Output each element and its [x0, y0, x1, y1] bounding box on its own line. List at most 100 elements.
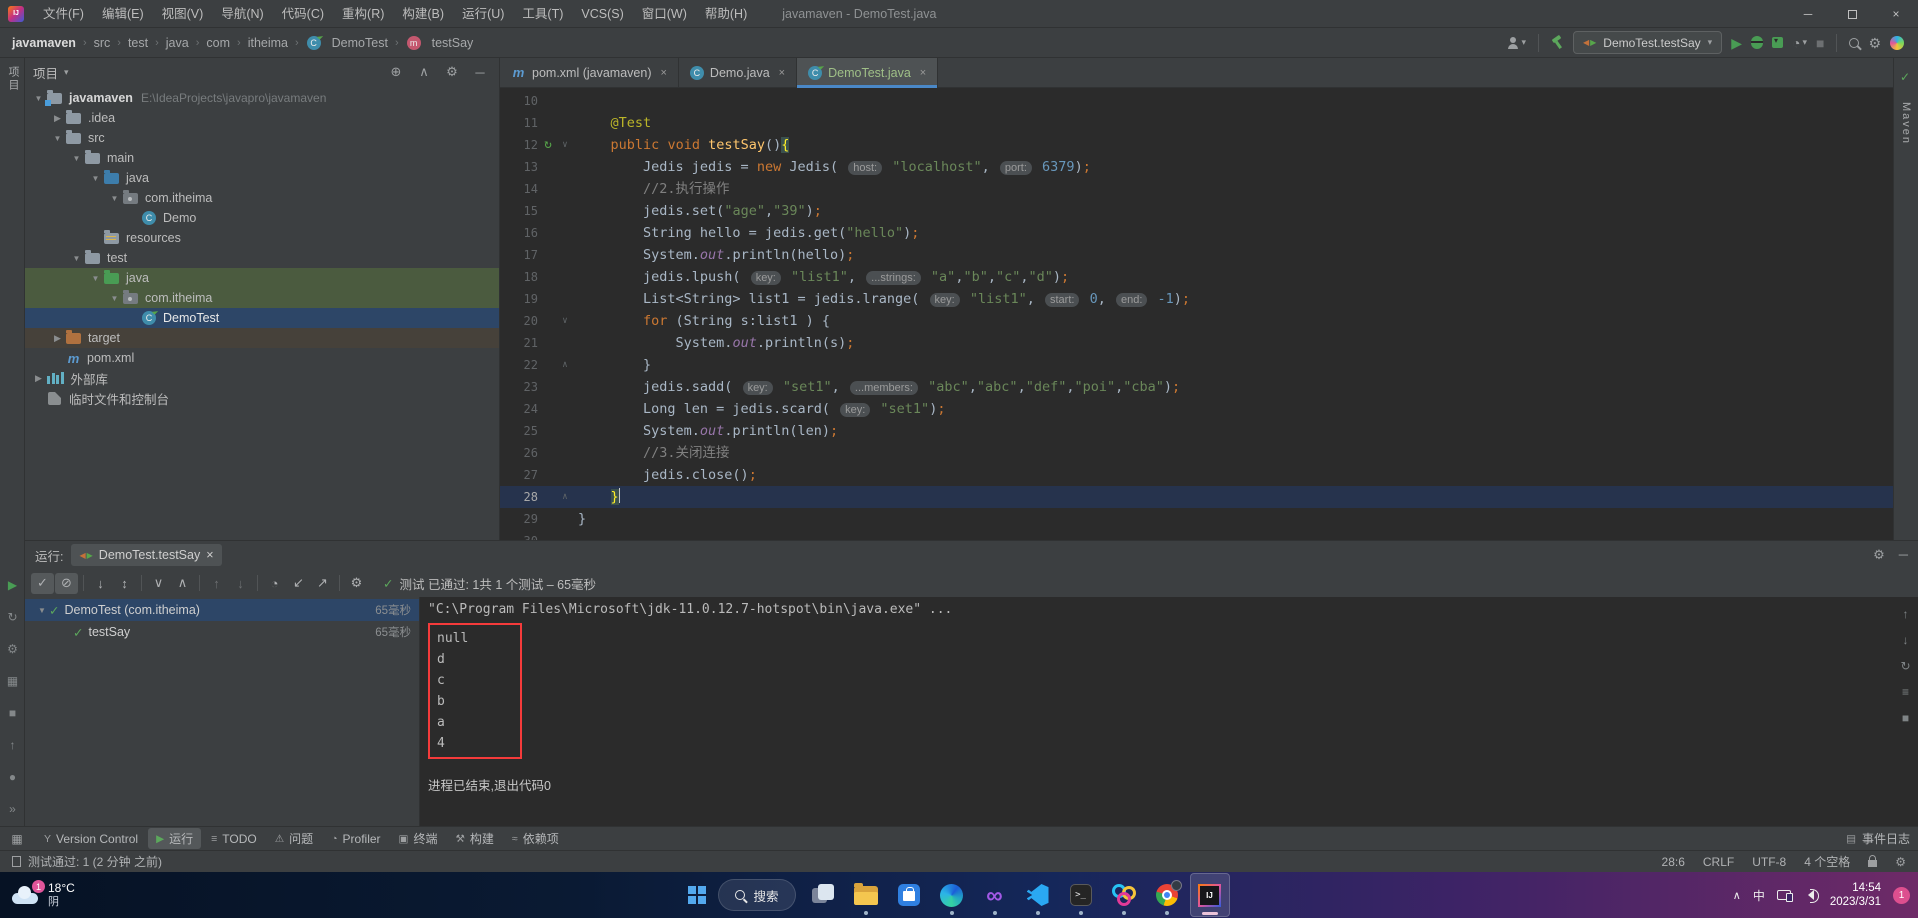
tree-row-Demo[interactable]: C Demo [25, 208, 499, 228]
gradient-ball-icon[interactable] [1890, 35, 1904, 50]
menu-item[interactable]: 工具(T) [513, 0, 572, 28]
close-icon[interactable]: × [920, 67, 926, 79]
list-icon[interactable]: ≡ [1902, 685, 1909, 699]
code-area[interactable]: 10 11 @Test 12 ↻ ∨ public void testSay(){13 … [500, 88, 1893, 540]
import-results-icon[interactable]: ↙ [287, 573, 310, 594]
tree-row-.idea[interactable]: ▶ .idea [25, 108, 499, 128]
sidebar-item-project[interactable]: 项目 [5, 66, 21, 92]
chevron-down-icon[interactable]: ▼ [69, 254, 84, 263]
debug-icon[interactable] [1750, 36, 1763, 49]
menu-item[interactable]: 帮助(H) [696, 0, 756, 28]
prev-failed-icon[interactable]: ↑ [205, 573, 228, 594]
tool-window-button-依赖项[interactable]: ≈ 依赖项 [504, 828, 567, 849]
run-configuration-select[interactable]: ◀ ▶ DemoTest.testSay ▾ [1572, 31, 1723, 54]
terminal-icon[interactable]: >_ [1061, 873, 1101, 917]
network-icon[interactable] [1776, 890, 1793, 902]
fold-icon[interactable]: ∧ [558, 486, 572, 508]
taskbar-search[interactable]: 搜索 [718, 879, 796, 911]
test-tree-row[interactable]: ✓ testSay 65毫秒 [25, 621, 419, 643]
settings-icon[interactable]: ⚙ [441, 64, 463, 80]
task-view-icon[interactable] [803, 873, 843, 917]
file-explorer-icon[interactable] [846, 873, 886, 917]
build-hammer-icon[interactable] [1551, 36, 1564, 49]
microsoft-store-icon[interactable] [889, 873, 929, 917]
breadcrumb-item[interactable]: java [166, 36, 189, 50]
tool-window-button-Profiler[interactable]: ◔ Profiler [323, 828, 388, 849]
tool-window-button-构建[interactable]: ⚒ 构建 [447, 828, 501, 849]
notification-count-badge[interactable]: 1 [1893, 886, 1910, 904]
tool-window-button-运行[interactable]: ▶ 运行 [148, 828, 202, 849]
run-tab[interactable]: ◀ ▶ DemoTest.testSay × [71, 544, 222, 566]
menu-item[interactable]: 编辑(E) [93, 0, 153, 28]
tree-row-com.itheima[interactable]: ▼ com.itheima [25, 188, 499, 208]
tree-row-test[interactable]: ▼ test [25, 248, 499, 268]
hidden-icons-button[interactable]: ∧ [1733, 889, 1741, 902]
tree-row-javamaven[interactable]: ▼ javamaven E:\IdeaProjects\javapro\javama… [25, 88, 499, 108]
profiler-icon[interactable]: ◔ ▾ [1792, 36, 1807, 50]
breadcrumb-item[interactable]: C DemoTest [306, 35, 388, 50]
line-separator[interactable]: CRLF [1703, 855, 1734, 869]
fold-icon[interactable]: ∨ [558, 310, 572, 332]
tree-row-外部库[interactable]: ▶ 外部库 [25, 368, 499, 388]
next-failed-icon[interactable]: ↓ [229, 573, 252, 594]
edge-icon[interactable] [932, 873, 972, 917]
export-results-icon[interactable]: ↗ [311, 573, 334, 594]
settings-icon[interactable]: ⚙ [1873, 547, 1885, 563]
coverage-icon[interactable] [1771, 36, 1783, 48]
tree-row-target[interactable]: ▶ target [25, 328, 499, 348]
close-button[interactable]: × [1874, 0, 1918, 28]
run-icon[interactable]: ▶ [0, 578, 25, 592]
close-icon[interactable]: × [660, 67, 666, 79]
stop-icon[interactable]: ■ [0, 706, 25, 720]
stop-icon[interactable]: ■ [1816, 36, 1824, 50]
tree-row-main[interactable]: ▼ main [25, 148, 499, 168]
filter-passed-icon[interactable]: ✓ [31, 572, 54, 594]
chevron-down-icon[interactable]: ▼ [88, 174, 103, 183]
breadcrumb-item[interactable]: test [128, 36, 148, 50]
chevron-down-icon[interactable]: ▾ [64, 67, 69, 78]
settings-icon[interactable]: ⚙ [1895, 855, 1906, 869]
sidebar-item-maven[interactable]: Maven [1900, 102, 1912, 145]
weather-widget[interactable]: 1 18°C 阴 [10, 880, 75, 909]
indent-setting[interactable]: 4 个空格 [1804, 853, 1850, 870]
settings-icon[interactable]: ⚙ [0, 642, 25, 656]
tree-row-DemoTest[interactable]: C DemoTest [25, 308, 499, 328]
chevron-down-icon[interactable]: ▼ [88, 274, 103, 283]
menu-item[interactable]: 文件(F) [34, 0, 93, 28]
rings-app-icon[interactable] [1104, 873, 1144, 917]
tree-row-com.itheima[interactable]: ▼ com.itheima [25, 288, 499, 308]
tab-pom.xmljavamaven[interactable]: m pom.xml (javamaven) × [500, 58, 679, 87]
start-button[interactable] [688, 886, 707, 904]
menu-item[interactable]: 窗口(W) [633, 0, 696, 28]
chevron-down-icon[interactable]: ▼ [107, 194, 122, 203]
rerun-icon[interactable]: ↻ [0, 610, 25, 624]
chevron-down-icon[interactable]: ▼ [107, 294, 122, 303]
minimize-button[interactable]: ─ [1786, 0, 1830, 28]
breadcrumb-item[interactable]: m testSay [406, 35, 473, 50]
menu-item[interactable]: 构建(B) [393, 0, 453, 28]
breadcrumb-item[interactable]: itheima [248, 36, 288, 50]
filter-ignored-icon[interactable]: ⊘ [55, 572, 78, 594]
clear-icon[interactable]: ■ [1902, 711, 1909, 725]
more-icon[interactable]: » [0, 802, 25, 816]
menu-item[interactable]: 视图(V) [153, 0, 213, 28]
chevron-right-icon[interactable]: ▶ [50, 113, 65, 124]
chevron-right-icon[interactable]: ▶ [31, 373, 46, 384]
collapse-all-icon[interactable]: ∧ [171, 573, 194, 594]
file-encoding[interactable]: UTF-8 [1752, 855, 1786, 869]
menu-item[interactable]: 导航(N) [212, 0, 272, 28]
intellij-idea-icon[interactable]: IJ [1189, 873, 1230, 917]
tab-Demo.java[interactable]: C Demo.java × [679, 58, 798, 87]
status-message[interactable]: 测试通过: 1 (2 分钟 之前) [28, 853, 162, 870]
menu-item[interactable]: 运行(U) [453, 0, 513, 28]
fold-icon[interactable]: ∧ [558, 354, 572, 376]
tool-window-button-终端[interactable]: ▣ 终端 [391, 828, 446, 849]
record-icon[interactable]: ● [0, 770, 25, 784]
tree-row-java[interactable]: ▼ java [25, 168, 499, 188]
close-icon[interactable]: × [779, 67, 785, 79]
close-icon[interactable]: × [206, 548, 213, 562]
run-icon[interactable]: ▶ [1731, 36, 1742, 50]
expand-all-icon[interactable]: ∨ [147, 573, 170, 594]
run-test-gutter-icon[interactable]: ↻ [538, 134, 558, 156]
grid-icon[interactable]: ▦ [0, 674, 25, 688]
